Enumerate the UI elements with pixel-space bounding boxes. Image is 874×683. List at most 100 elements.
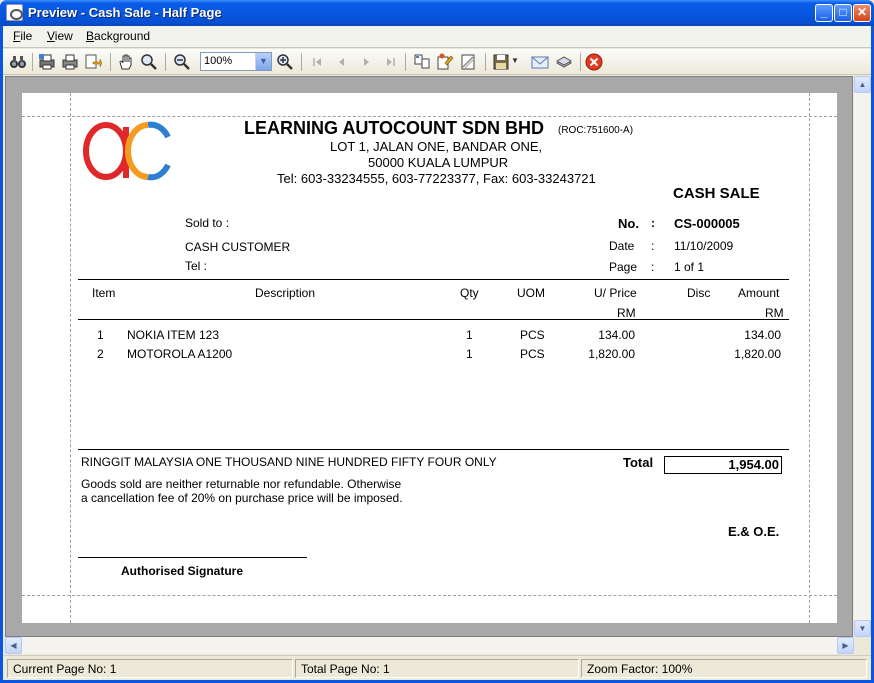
column-header-description: Description <box>255 286 316 300</box>
print-setup-icon[interactable] <box>38 53 56 71</box>
scroll-right-icon[interactable]: ▶ <box>837 637 854 654</box>
menu-file[interactable]: File <box>10 29 35 43</box>
table-footer-rule <box>78 449 789 450</box>
menu-view[interactable]: View <box>44 29 76 43</box>
maximize-button[interactable]: □ <box>834 4 852 22</box>
scroll-down-icon[interactable]: ▼ <box>854 620 871 637</box>
row-item: 1 <box>97 328 104 342</box>
company-contact: Tel: 603-33234555, 603-77223377, Fax: 60… <box>277 171 596 186</box>
vertical-scrollbar[interactable]: ▲ ▼ <box>854 76 871 637</box>
watermark-icon[interactable] <box>459 53 477 71</box>
preview-window: Preview - Cash Sale - Half Page _ □ ✕ Fi… <box>0 0 874 683</box>
column-header-uom: UOM <box>517 286 545 300</box>
exit-icon[interactable] <box>585 53 603 71</box>
print-icon[interactable] <box>61 53 79 71</box>
prev-page-icon[interactable] <box>333 53 351 71</box>
background-icon[interactable] <box>555 53 573 71</box>
last-page-icon[interactable] <box>381 53 399 71</box>
chevron-down-icon[interactable]: ▼ <box>511 56 519 65</box>
zoom-select[interactable]: 100% ▼ <box>200 52 272 71</box>
status-zoom-factor: Zoom Factor: 100% <box>581 659 867 678</box>
total-value: 1,954.00 <box>728 457 779 472</box>
title-bar[interactable]: Preview - Cash Sale - Half Page _ □ ✕ <box>0 0 874 26</box>
column-header-item: Item <box>92 286 116 300</box>
doc-date-label: Date <box>609 239 635 253</box>
table-header-bottom-rule <box>78 319 789 320</box>
scroll-up-icon[interactable]: ▲ <box>854 76 871 93</box>
row-description: MOTOROLA A1200 <box>127 347 233 361</box>
margin-guide-bottom <box>22 595 837 596</box>
document-title: CASH SALE <box>673 185 760 202</box>
company-address-line1: LOT 1, JALAN ONE, BANDAR ONE, <box>330 139 543 154</box>
row-uom: PCS <box>520 328 545 342</box>
row-uom: PCS <box>520 347 545 361</box>
amount-in-words: RINGGIT MALAYSIA ONE THOUSAND NINE HUNDR… <box>81 455 497 469</box>
save-icon[interactable] <box>492 53 510 71</box>
scroll-left-icon[interactable]: ◀ <box>5 637 22 654</box>
terms-note-line1: Goods sold are neither returnable nor re… <box>81 477 402 491</box>
zoom-tool-icon[interactable] <box>140 53 158 71</box>
status-total-page: Total Page No: 1 <box>295 659 579 678</box>
errors-omissions-note: E.& O.E. <box>728 524 780 539</box>
document-page: LEARNING AUTOCOUNT SDN BHD (ROC:751600-A… <box>22 93 837 623</box>
close-button[interactable]: ✕ <box>853 4 871 22</box>
doc-page-value: 1 of 1 <box>674 260 705 274</box>
window-title: Preview - Cash Sale - Half Page <box>28 5 222 20</box>
doc-page-colon: : <box>651 260 655 274</box>
preview-app-icon <box>6 4 23 21</box>
hand-icon[interactable] <box>117 53 135 71</box>
doc-date-value: 11/10/2009 <box>674 239 734 253</box>
next-page-icon[interactable] <box>357 53 375 71</box>
column-header-uprice-unit: RM <box>617 306 636 320</box>
doc-no-label: No. <box>618 216 639 231</box>
row-description: NOKIA ITEM 123 <box>127 328 220 342</box>
column-header-qty: Qty <box>460 286 479 300</box>
horizontal-scrollbar[interactable]: ◀ ▶ <box>5 637 854 654</box>
toolbar-separator <box>32 53 33 71</box>
email-icon[interactable] <box>531 53 549 71</box>
window-client-area: File View Background 100% ▼ ▼ LEARNING A… <box>3 26 871 680</box>
row-uprice: 134.00 <box>598 328 635 342</box>
multi-page-icon[interactable] <box>413 53 431 71</box>
doc-no-value: CS-000005 <box>674 216 740 231</box>
terms-note-line2: a cancellation fee of 20% on purchase pr… <box>81 491 403 505</box>
total-label: Total <box>623 455 654 470</box>
row-item: 2 <box>97 347 104 361</box>
zoom-in-icon[interactable] <box>276 53 294 71</box>
toolbar-separator <box>580 53 581 71</box>
table-header-top-rule <box>78 279 789 280</box>
customer-tel-label: Tel : <box>185 259 208 273</box>
first-page-icon[interactable] <box>309 53 327 71</box>
edit-icon[interactable] <box>436 53 454 71</box>
row-qty: 1 <box>466 328 473 342</box>
doc-date-colon: : <box>651 239 655 253</box>
margin-guide-right <box>809 93 810 623</box>
column-header-amount: Amount <box>738 286 780 300</box>
margin-guide-left <box>70 93 71 623</box>
company-logo <box>83 121 171 181</box>
menu-background[interactable]: Background <box>83 29 153 43</box>
zoom-out-icon[interactable] <box>173 53 191 71</box>
menu-bar: File View Background <box>3 26 871 48</box>
row-amount: 1,820.00 <box>734 347 781 361</box>
row-amount: 134.00 <box>744 328 781 342</box>
column-header-amount-unit: RM <box>765 306 784 320</box>
status-bar: Current Page No: 1 Total Page No: 1 Zoom… <box>3 655 871 680</box>
status-current-page: Current Page No: 1 <box>7 659 293 678</box>
toolbar-separator <box>301 53 302 71</box>
toolbar-separator <box>485 53 486 71</box>
zoom-select-value: 100% <box>204 55 233 67</box>
preview-area[interactable]: LEARNING AUTOCOUNT SDN BHD (ROC:751600-A… <box>5 76 853 637</box>
company-address-line2: 50000 KUALA LUMPUR <box>368 155 509 170</box>
column-header-disc: Disc <box>687 286 711 300</box>
export-icon[interactable] <box>84 53 102 71</box>
signature-line <box>78 557 307 558</box>
authorised-signature-label: Authorised Signature <box>121 564 244 578</box>
row-uprice: 1,820.00 <box>588 347 635 361</box>
doc-no-colon: : <box>651 216 655 230</box>
chevron-down-icon[interactable]: ▼ <box>255 53 271 70</box>
toolbar: 100% ▼ ▼ <box>3 49 871 75</box>
toolbar-separator <box>165 53 166 71</box>
minimize-button[interactable]: _ <box>815 4 833 22</box>
binoculars-icon[interactable] <box>9 53 27 71</box>
